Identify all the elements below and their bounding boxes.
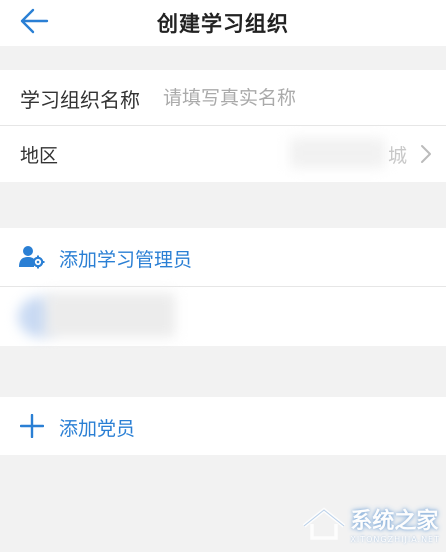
member-card: 添加党员 (0, 397, 446, 455)
form-card: 学习组织名称 地区 城 (0, 70, 446, 182)
top-bar: 创建学习组织 (0, 0, 446, 46)
name-row: 学习组织名称 (0, 70, 446, 125)
watermark-subtext: XITONGZHIJIA.NET (350, 535, 440, 544)
add-member-row[interactable]: 添加党员 (0, 397, 446, 455)
region-row[interactable]: 地区 城 (0, 126, 446, 182)
add-member-label: 添加党员 (59, 418, 136, 440)
watermark-text: 系统之家 (350, 509, 439, 534)
page-title: 创建学习组织 (157, 12, 289, 36)
admin-list-item[interactable] (0, 287, 446, 346)
add-admin-row[interactable]: 添加学习管理员 (0, 228, 446, 286)
watermark-texts: 系统之家 XITONGZHIJIA.NET (350, 503, 440, 544)
admin-name-blurred (45, 293, 175, 337)
user-gear-icon (19, 246, 45, 269)
watermark-logo: 系统之家 XITONGZHIJIA.NET (300, 503, 440, 544)
region-value: 城 (388, 145, 408, 167)
region-label: 地区 (20, 145, 59, 167)
admin-card: 添加学习管理员 (0, 228, 446, 346)
add-admin-label: 添加学习管理员 (59, 249, 193, 271)
name-label: 学习组织名称 (20, 88, 140, 112)
chevron-right-icon (421, 145, 431, 163)
name-input[interactable] (163, 85, 433, 111)
region-value-blurred (290, 138, 385, 168)
house-logo-icon (303, 506, 346, 540)
plus-icon (20, 414, 44, 438)
